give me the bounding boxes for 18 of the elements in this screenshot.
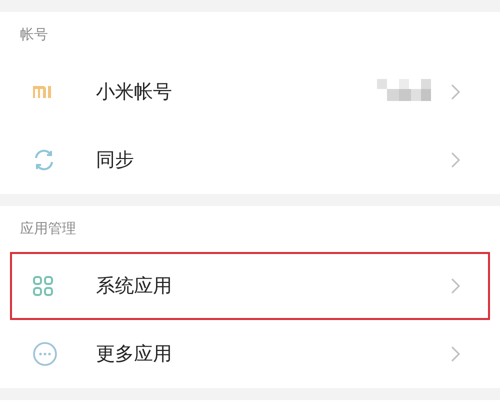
section-header: 应用管理 — [20, 220, 76, 238]
settings-item[interactable]: 同步 — [10, 126, 490, 194]
sync-icon — [32, 148, 56, 172]
settings-item[interactable]: 系统应用 — [10, 252, 490, 320]
settings-item[interactable]: 更多应用 — [10, 320, 490, 388]
chevron-icon — [451, 152, 460, 168]
chevron-icon — [451, 278, 460, 294]
grid-icon — [32, 275, 54, 297]
item-label: 更多应用 — [95, 342, 173, 367]
chevron-icon — [451, 84, 460, 100]
chevron-icon — [451, 346, 460, 362]
settings-item[interactable]: 小米帐号 — [10, 58, 490, 126]
item-label: 小米帐号 — [95, 80, 173, 105]
section-header: 帐号 — [20, 26, 48, 44]
item-label: 同步 — [95, 148, 135, 173]
item-label: 系统应用 — [95, 274, 173, 299]
more-icon — [32, 341, 58, 367]
logo-icon — [32, 85, 54, 99]
